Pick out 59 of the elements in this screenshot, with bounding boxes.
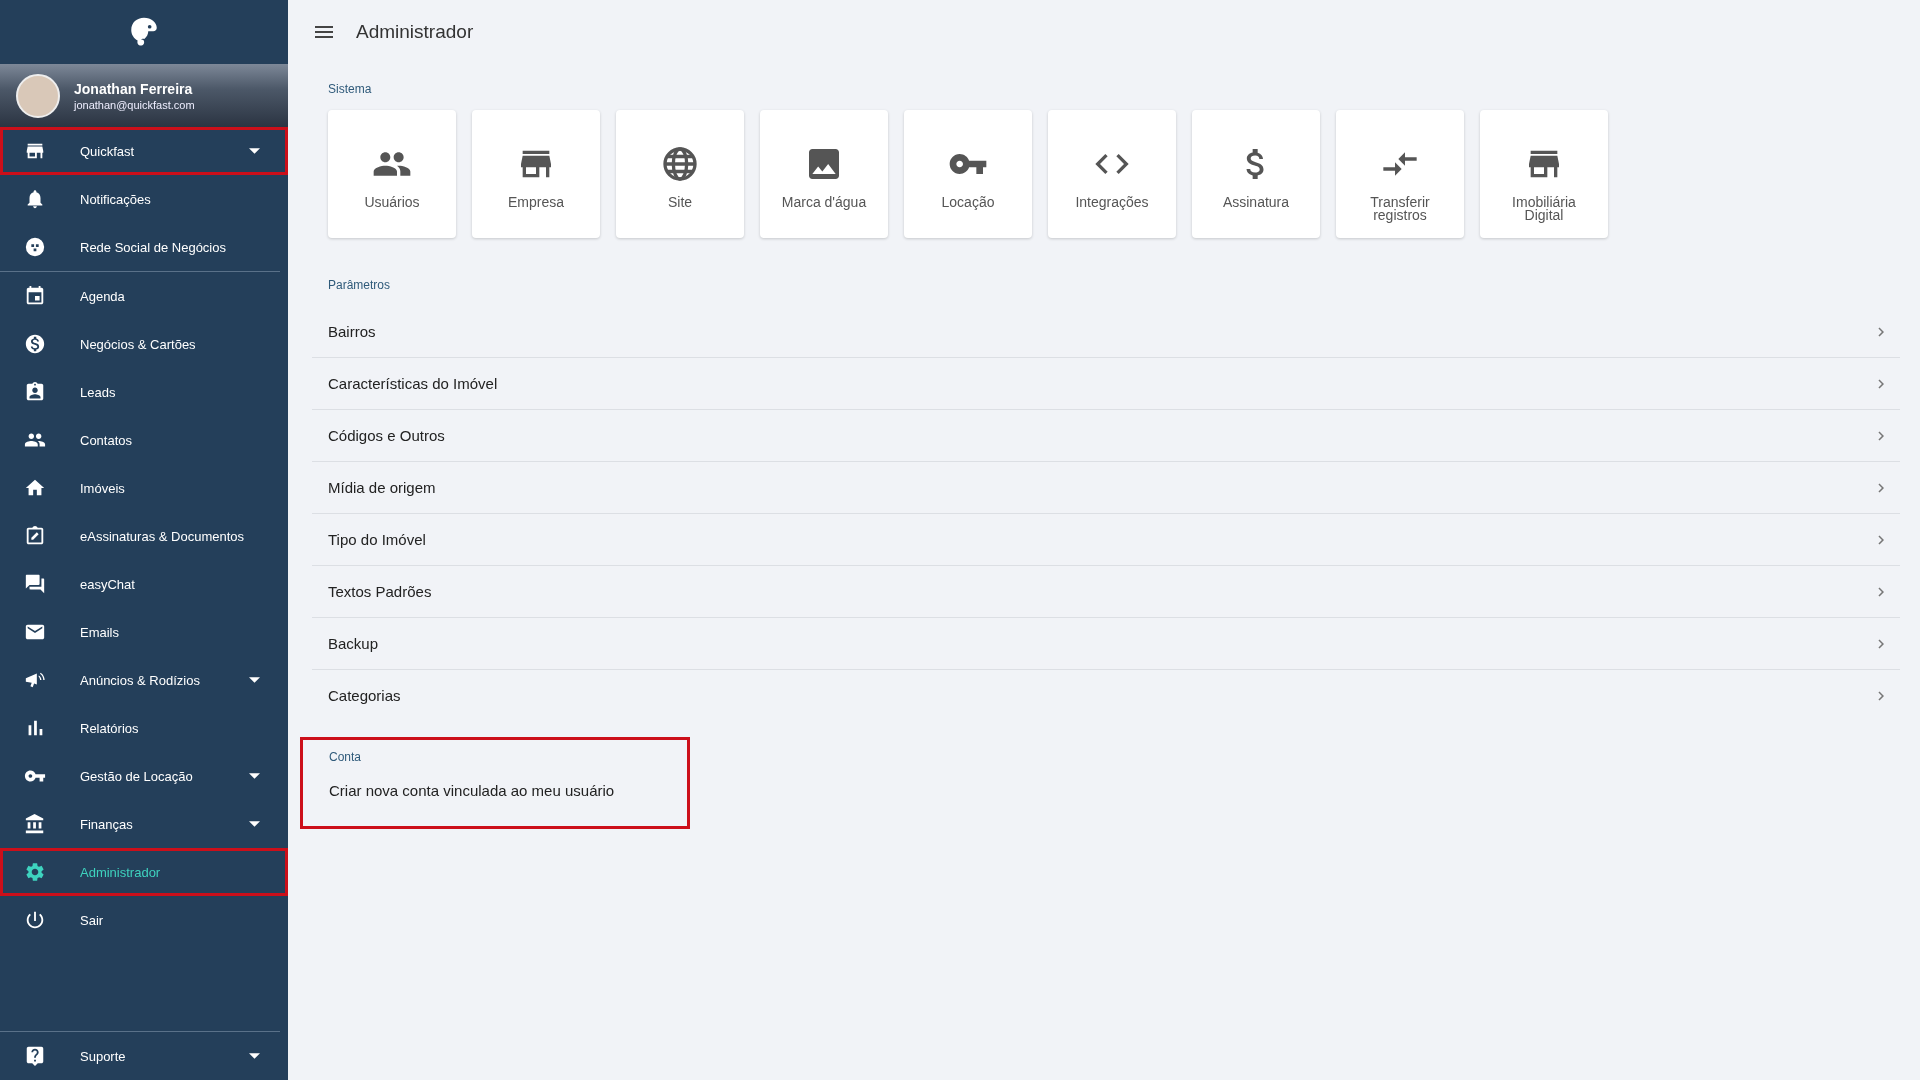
bank-icon	[24, 813, 46, 835]
sidebar-item[interactable]: Imóveis	[0, 464, 288, 512]
settings-icon	[24, 861, 46, 883]
sidebar-item[interactable]: Gestão de Locação	[0, 752, 288, 800]
sidebar-item[interactable]: Leads	[0, 368, 288, 416]
sidebar-item[interactable]: Agenda	[0, 272, 288, 320]
sidebar-item[interactable]: easyChat	[0, 560, 288, 608]
sidebar-item[interactable]: Contatos	[0, 416, 288, 464]
settings-tile[interactable]: Usuários	[328, 110, 456, 238]
caret-icon	[249, 1053, 260, 1059]
help-icon	[24, 1045, 46, 1067]
caret-icon	[249, 773, 260, 779]
profile-name: Jonathan Ferreira	[74, 80, 194, 97]
sidebar-item[interactable]: Quickfast	[0, 127, 288, 175]
settings-tile[interactable]: Site	[616, 110, 744, 238]
sidebar-item[interactable]: Suporte	[0, 1032, 288, 1080]
sidebar-item[interactable]: Rede Social de Negócios	[0, 223, 288, 271]
settings-tile[interactable]: Locação	[904, 110, 1032, 238]
page-title: Administrador	[356, 21, 474, 43]
avatar	[16, 73, 60, 118]
calendar-icon	[24, 285, 46, 307]
sidebar-item[interactable]: Sair	[0, 896, 288, 944]
sidebar-item[interactable]: Relatórios	[0, 704, 288, 752]
list-item[interactable]: Textos Padrões	[312, 566, 1900, 618]
list-item[interactable]: Características do Imóvel	[312, 358, 1900, 410]
caret-icon	[249, 677, 260, 683]
section-title: Sistema	[327, 81, 373, 96]
list-item[interactable]: Códigos e Outros	[312, 410, 1900, 462]
list-item[interactable]: Categorias	[312, 670, 1900, 721]
sidebar-item[interactable]: Anúncios & Rodízios	[0, 656, 288, 704]
globe-icon	[660, 144, 700, 184]
settings-tile[interactable]: Imobiliária Digital	[1480, 110, 1608, 238]
chat-icon	[24, 573, 46, 595]
settings-tile[interactable]: Assinatura	[1192, 110, 1320, 238]
list-item[interactable]: Bairros	[312, 306, 1900, 358]
list-item[interactable]: Backup	[312, 618, 1900, 670]
sidebar-item[interactable]: Administrador	[0, 848, 288, 896]
power-icon	[24, 909, 46, 931]
document-edit-icon	[24, 525, 46, 547]
settings-tile[interactable]: Empresa	[472, 110, 600, 238]
sidebar-item[interactable]: Notificações	[0, 175, 288, 223]
sidebar-item[interactable]: Finanças	[0, 800, 288, 848]
section-title: Parâmetros	[327, 277, 392, 294]
settings-tile[interactable]: Integrações	[1048, 110, 1176, 238]
network-icon	[24, 236, 46, 258]
id-badge-icon	[24, 381, 46, 403]
caret-icon	[249, 821, 260, 827]
section-title: Conta	[328, 750, 363, 764]
sidebar-item[interactable]: Negócios & Cartões	[0, 320, 288, 368]
sidebar-item[interactable]: Emails	[0, 608, 288, 656]
list-item[interactable]: Mídia de origem	[312, 462, 1900, 514]
profile-email: jonathan@quickfast.com	[74, 98, 195, 111]
settings-tile[interactable]: Transferir registros	[1336, 110, 1464, 238]
caret-icon	[249, 148, 260, 154]
settings-tile[interactable]: Marca d'água	[760, 110, 888, 238]
list-item[interactable]: Tipo do Imóvel	[312, 514, 1900, 566]
sidebar-item[interactable]: eAssinaturas & Documentos	[0, 512, 288, 560]
list-item[interactable]: Criar nova conta vinculada ao meu usuário	[303, 764, 687, 816]
dollar-coin-icon	[24, 333, 46, 355]
